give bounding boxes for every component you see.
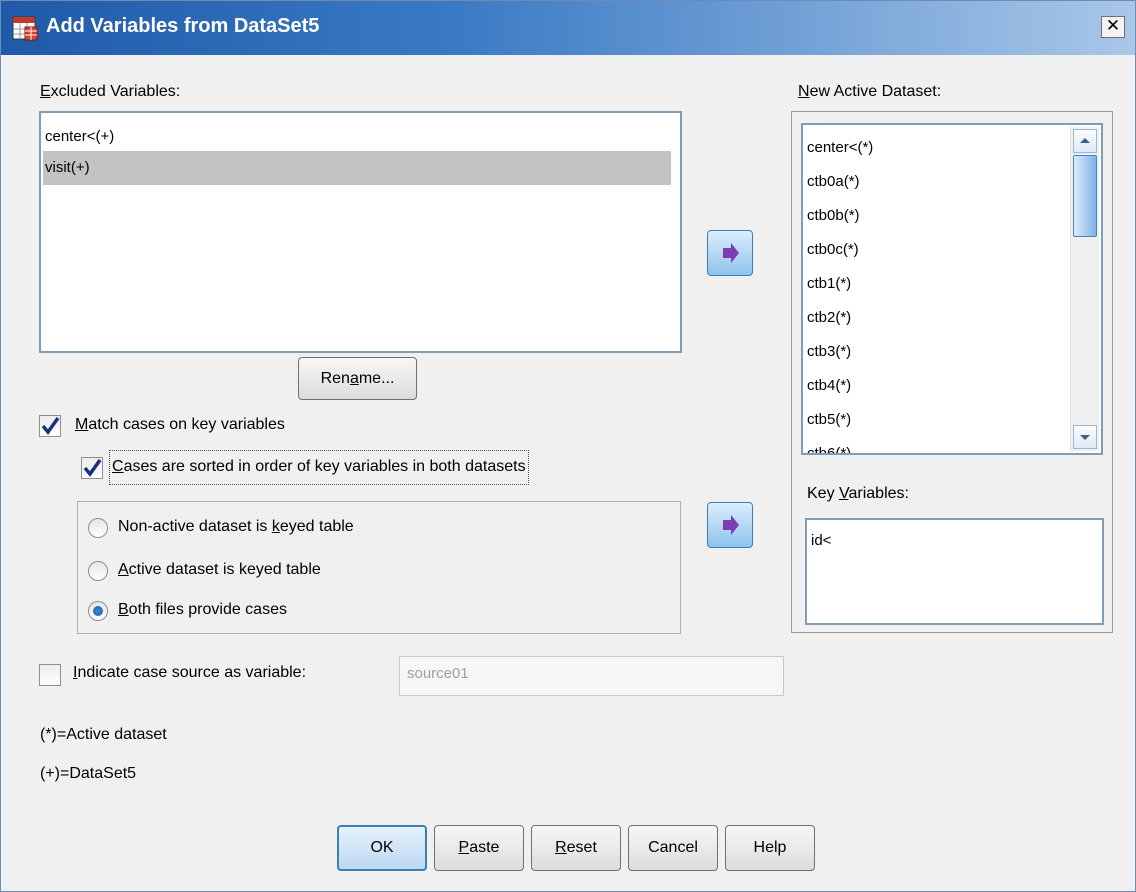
indicate-source-checkbox[interactable] bbox=[39, 664, 61, 686]
cases-sorted-checkbox[interactable] bbox=[81, 457, 103, 479]
scroll-up-button[interactable] bbox=[1073, 129, 1097, 153]
list-item-selected[interactable]: visit(+) bbox=[43, 151, 671, 185]
spss-app-icon bbox=[12, 15, 38, 41]
legend-active: (*)=Active dataset bbox=[40, 726, 167, 743]
key-variables-label: Key Variables: bbox=[807, 485, 909, 502]
radio-both-files[interactable] bbox=[88, 601, 108, 621]
excluded-variables-label: Excluded Variables: bbox=[40, 83, 181, 100]
new-active-dataset-list[interactable]: center<(*) ctb0a(*) ctb0b(*) ctb0c(*) ct… bbox=[801, 123, 1103, 455]
radio-label: Active dataset is keyed table bbox=[118, 561, 321, 578]
close-icon: ✕ bbox=[1105, 16, 1121, 36]
checkmark-icon bbox=[41, 416, 60, 435]
radio-non-active-keyed[interactable] bbox=[88, 518, 108, 538]
cancel-button[interactable]: Cancel bbox=[628, 825, 718, 871]
list-item[interactable]: ctb4(*) bbox=[805, 369, 851, 403]
match-cases-checkbox[interactable] bbox=[39, 415, 61, 437]
close-button[interactable]: ✕ bbox=[1101, 16, 1125, 38]
indicate-source-label: Indicate case source as variable: bbox=[73, 664, 307, 681]
scroll-down-button[interactable] bbox=[1073, 425, 1097, 449]
chevron-up-icon bbox=[1080, 138, 1090, 143]
add-variables-dialog: Add Variables from DataSet5 ✕ Excluded V… bbox=[0, 0, 1136, 892]
list-item[interactable]: id< bbox=[809, 528, 831, 554]
legend-dataset: (+)=DataSet5 bbox=[40, 765, 137, 782]
list-item[interactable]: center<(*) bbox=[805, 131, 873, 165]
reset-button[interactable]: Reset bbox=[531, 825, 621, 871]
checkmark-icon bbox=[83, 458, 102, 477]
paste-button[interactable]: Paste bbox=[434, 825, 524, 871]
list-item[interactable]: ctb0c(*) bbox=[805, 233, 859, 267]
move-to-active-button[interactable] bbox=[707, 230, 753, 276]
excluded-variables-list[interactable]: center<(+) visit(+) bbox=[39, 111, 682, 353]
list-item[interactable]: center<(+) bbox=[43, 121, 675, 153]
new-active-dataset-label: New Active Dataset: bbox=[798, 83, 942, 100]
arrow-right-icon bbox=[723, 515, 739, 535]
match-cases-label: Match cases on key variables bbox=[75, 416, 285, 433]
list-item[interactable]: ctb6(*) bbox=[805, 437, 851, 453]
list-item[interactable]: ctb1(*) bbox=[805, 267, 851, 301]
list-item[interactable]: ctb3(*) bbox=[805, 335, 851, 369]
radio-label: Both files provide cases bbox=[118, 601, 287, 618]
vertical-scrollbar[interactable] bbox=[1070, 127, 1099, 451]
chevron-down-icon bbox=[1080, 435, 1090, 440]
move-to-key-button[interactable] bbox=[707, 502, 753, 548]
list-item[interactable]: ctb0b(*) bbox=[805, 199, 860, 233]
cases-sorted-label: Cases are sorted in order of key variabl… bbox=[109, 450, 529, 485]
window-title: Add Variables from DataSet5 bbox=[46, 15, 320, 37]
radio-label: Non-active dataset is keyed table bbox=[118, 518, 354, 535]
rename-button[interactable]: Rename... bbox=[298, 357, 417, 400]
help-button[interactable]: Help bbox=[725, 825, 815, 871]
arrow-right-icon bbox=[723, 243, 739, 263]
source-variable-input[interactable]: source01 bbox=[399, 656, 784, 696]
radio-active-keyed[interactable] bbox=[88, 561, 108, 581]
ok-button[interactable]: OK bbox=[337, 825, 427, 871]
scroll-thumb[interactable] bbox=[1073, 155, 1097, 237]
title-bar: Add Variables from DataSet5 ✕ bbox=[1, 1, 1135, 55]
list-item[interactable]: ctb0a(*) bbox=[805, 165, 860, 199]
key-variables-list[interactable]: id< bbox=[805, 518, 1104, 625]
list-item[interactable]: ctb2(*) bbox=[805, 301, 851, 335]
list-item[interactable]: ctb5(*) bbox=[805, 403, 851, 437]
